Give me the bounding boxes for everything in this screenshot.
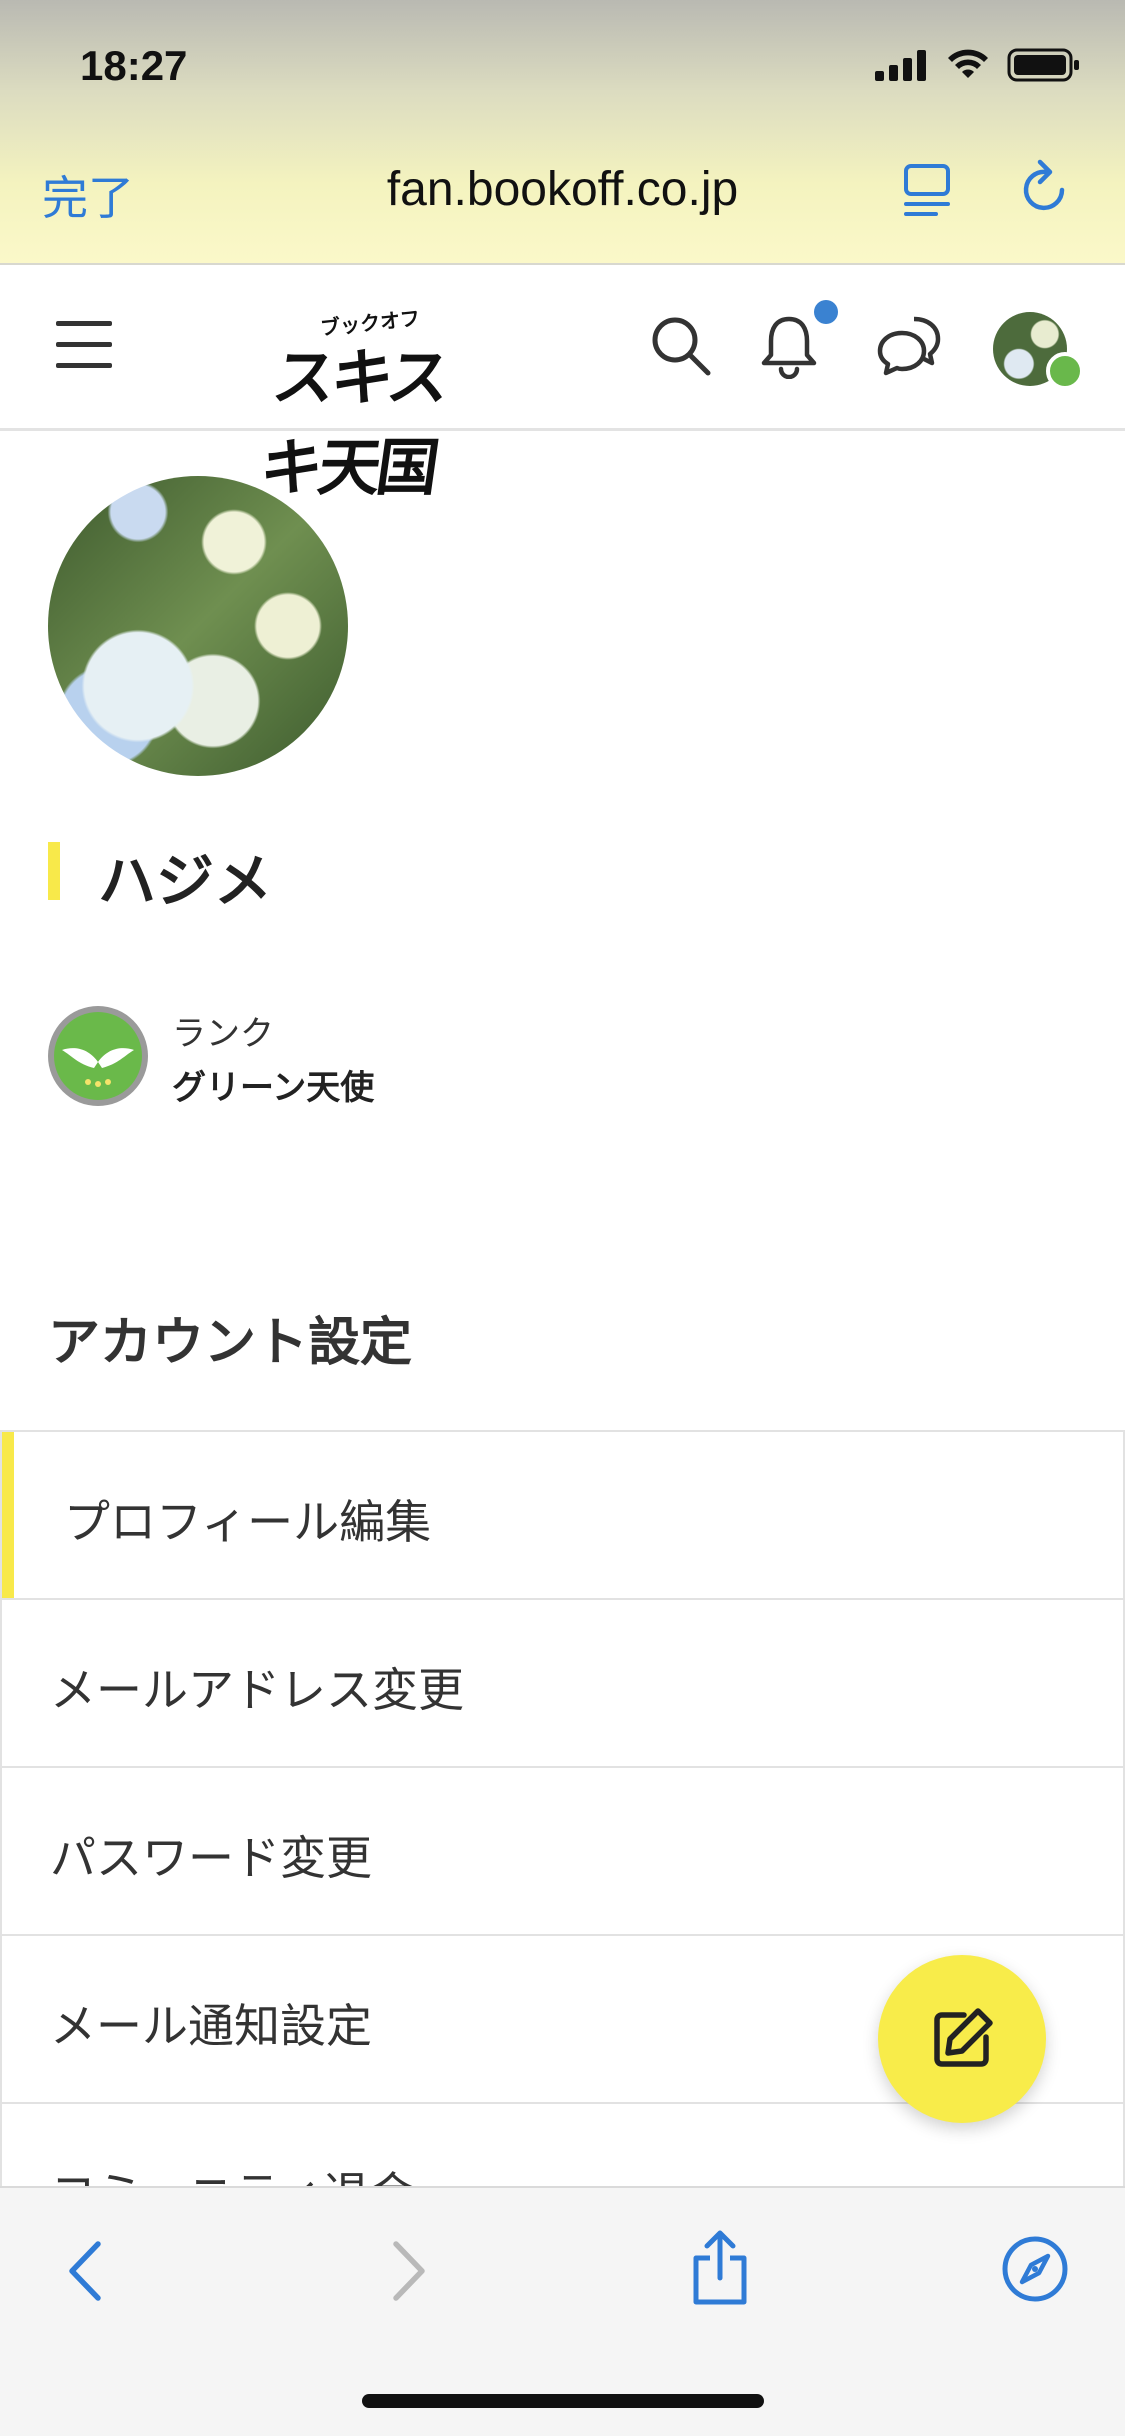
rank-mini-badge-icon (1046, 352, 1084, 390)
back-icon[interactable] (64, 2236, 108, 2306)
profile-name: ハジメ (98, 847, 273, 915)
site-logo[interactable]: ブックオフ スキスキ天国 (256, 303, 498, 504)
menu-item-label: メールアドレス変更 (50, 1663, 464, 1717)
reload-icon[interactable] (1018, 158, 1074, 218)
menu-item-email-change[interactable]: メールアドレス変更 (0, 1598, 1125, 1766)
menu-icon[interactable] (56, 321, 112, 369)
bell-icon[interactable] (758, 313, 820, 379)
menu-item-password-change[interactable]: パスワード変更 (0, 1766, 1125, 1934)
url-field[interactable]: fan.bookoff.co.jp (0, 162, 1125, 217)
browser-top-bar: 18:27 完了 fan.bookoff.co.jp (0, 0, 1125, 265)
account-settings-menu: プロフィール編集 メールアドレス変更 パスワード変更 メール通知設定 コミュニテ… (0, 1430, 1125, 2270)
menu-item-profile-edit[interactable]: プロフィール編集 (0, 1430, 1125, 1598)
logo-title: スキスキ天国 (255, 341, 451, 504)
rank-badge-icon (48, 1006, 148, 1106)
name-accent-bar (48, 842, 60, 900)
wifi-icon (948, 49, 988, 78)
compass-icon[interactable] (1000, 2234, 1070, 2304)
rank-value: グリーン天使 (172, 1068, 375, 1108)
account-settings-title: アカウント設定 (48, 1313, 413, 1373)
notification-dot (814, 300, 838, 324)
rank-label: ランク (172, 1014, 274, 1054)
menu-item-label: プロフィール編集 (64, 1495, 432, 1549)
share-icon[interactable] (688, 2228, 752, 2308)
chat-icon[interactable] (876, 313, 942, 377)
forward-icon[interactable] (386, 2236, 430, 2306)
site-header: ブックオフ スキスキ天国 (0, 265, 1125, 504)
status-icons (875, 48, 1081, 82)
menu-item-label: メール通知設定 (50, 1999, 372, 2053)
profile-photo (48, 476, 348, 776)
edit-icon (934, 2008, 993, 2067)
status-time: 18:27 (80, 42, 188, 89)
url-row: 完了 fan.bookoff.co.jp (0, 150, 1125, 230)
home-indicator (362, 2394, 764, 2408)
compose-button[interactable] (878, 1955, 1046, 2123)
cellular-signal-icon (875, 50, 926, 81)
battery-icon (1007, 48, 1079, 82)
reader-view-icon[interactable] (902, 162, 952, 218)
menu-item-label: パスワード変更 (50, 1831, 372, 1885)
search-icon[interactable] (648, 313, 714, 379)
